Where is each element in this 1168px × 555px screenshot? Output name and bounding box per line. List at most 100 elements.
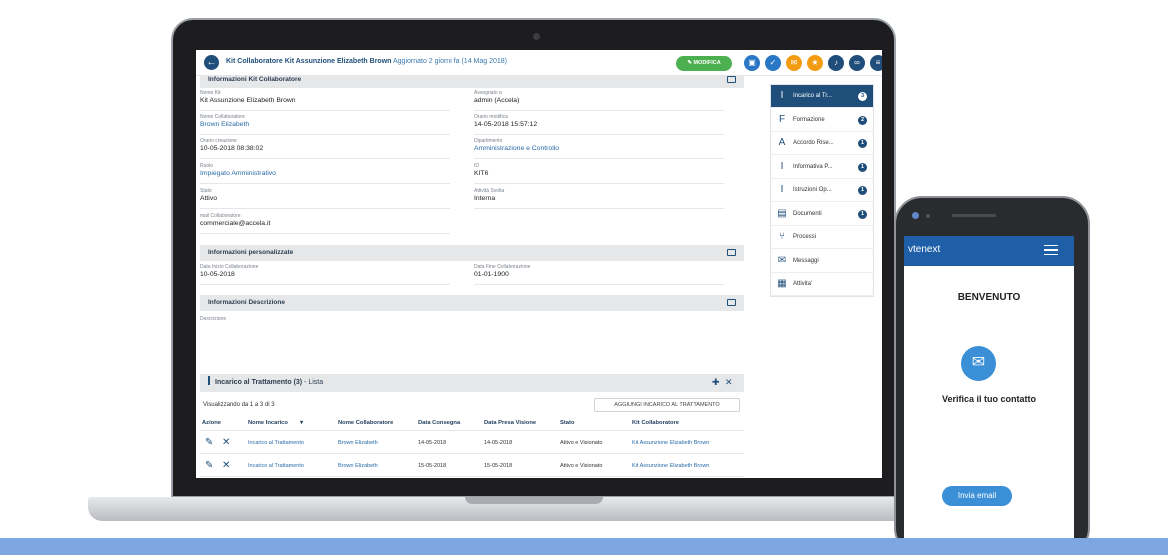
edit-pencil-icon[interactable]: ✎ (205, 437, 213, 448)
mail-icon[interactable]: ✉ (786, 55, 802, 71)
envelope-icon[interactable]: ✉ (961, 346, 996, 381)
field-label: Ruolo (200, 163, 214, 169)
field-label: Attività Svolta (474, 188, 505, 194)
field-orario-creazione: Orario creazione 10-05-2018 08:38:02 (200, 137, 450, 159)
sidebar-item[interactable]: I Incarico al Tr... 3 (771, 85, 873, 108)
sidebar-item[interactable]: A Accordo Rise... 1 (771, 132, 873, 155)
sidebar-item[interactable]: F Formazione 2 (771, 109, 873, 132)
field-nome-kit: Nome Kit Kit Assunzione Elizabeth Brown (200, 89, 450, 111)
phone-welcome-title: BENVENUTO (957, 292, 1021, 303)
column-header[interactable]: Data Consegna (418, 420, 460, 426)
bell-icon[interactable]: ♪ (828, 55, 844, 71)
field-value[interactable]: Brown Elizabeth (200, 121, 450, 128)
record-detail: Informazioni Kit Collaboratore Nome Kit K… (200, 76, 744, 478)
sidebar-item-icon: I (780, 90, 784, 101)
field-value[interactable]: admin (Accela) (474, 97, 724, 104)
field-value[interactable]: Impiegato Amministrativo (200, 170, 450, 177)
star-icon[interactable]: ★ (807, 55, 823, 71)
header-accent-bar (208, 376, 210, 385)
sidebar-item[interactable]: ✉ Messaggi (771, 250, 873, 273)
table-cell: 14-05-2018 (484, 440, 513, 446)
send-email-button[interactable]: Invia email (942, 486, 1012, 506)
sidebar-item-label: Messaggi (793, 257, 819, 264)
edit-button-label: MODIFICA (693, 60, 721, 66)
table-cell[interactable]: Incarico al Trattamento (248, 440, 304, 446)
field-value[interactable]: Interna (474, 195, 724, 202)
edit-pencil-icon[interactable]: ✎ (205, 460, 213, 471)
table-row: ✎ ✕ Incarico al Trattamento Brown Elizabeth… (200, 453, 744, 476)
table-cell[interactable]: Brown Elizabeth (338, 440, 378, 446)
sort-arrow-icon[interactable]: ▾ (300, 420, 303, 426)
table-cell[interactable]: Kit Assunzione Elizabeth Brown (632, 463, 709, 469)
field-nome-collaboratore: Nome Collaboratore Brown Elizabeth (200, 113, 450, 135)
monitor-icon[interactable] (727, 76, 736, 83)
column-header[interactable]: Nome Incarico (248, 420, 288, 426)
field-label: Data Inizio Collaborazione (200, 264, 259, 270)
sidebar-item[interactable]: I Informativa P... 1 (771, 156, 873, 179)
add-incarico-button[interactable]: AGGIUNGI INCARICO AL TRATTAMENTO (594, 398, 740, 412)
sidebar-item-label: Istruzioni Op... (793, 187, 832, 193)
column-header: Azione (202, 420, 222, 426)
hamburger-menu-icon[interactable] (1044, 245, 1058, 255)
sidebar-item[interactable]: ▤ Documenti 1 (771, 203, 873, 226)
sidebar-count-badge: 1 (858, 139, 867, 148)
delete-x-icon[interactable]: ✕ (222, 460, 230, 471)
table-cell[interactable]: Brown Elizabeth (338, 463, 378, 469)
table-cell[interactable]: Incarico al Trattamento (248, 463, 304, 469)
table-cell: Attivo e Visionato (560, 440, 603, 446)
edit-button[interactable]: ✎ MODIFICA (676, 56, 732, 71)
check-icon[interactable]: ✓ (765, 55, 781, 71)
laptop-camera (533, 33, 540, 40)
field-id: ID KIT6 (474, 162, 724, 184)
calendar-icon[interactable]: ▣ (744, 55, 760, 71)
field-label: Nome Collaboratore (200, 114, 245, 120)
field-label: ID (474, 163, 479, 169)
back-arrow-icon[interactable]: ← (204, 55, 219, 70)
sidebar-item-icon: I (780, 160, 784, 172)
close-icon[interactable]: ✕ (725, 377, 733, 388)
laptop-screen: ← Kit Collaboratore Kit Assunzione Eliza… (196, 50, 882, 478)
field-value[interactable]: Amministrazione e Controllo (474, 145, 724, 152)
laptop-base-notch (465, 497, 603, 504)
pin-icon[interactable]: ✚ (712, 377, 720, 388)
field-assegnato: Assegnato a admin (Accela) (474, 89, 724, 111)
sidebar-item[interactable]: ▦ Attivita' (771, 273, 873, 296)
field-label: Assegnato a (474, 90, 502, 96)
field-value[interactable]: 10-05-2018 08:38:02 (200, 145, 450, 152)
field-value[interactable]: 14-05-2018 15:57:12 (474, 121, 724, 128)
sidebar-item[interactable]: ⑂ Processi (771, 226, 873, 249)
field-stato: Stato Attivo (200, 187, 450, 209)
delete-x-icon[interactable]: ✕ (222, 437, 230, 448)
field-value[interactable]: 10-05-2018 (200, 271, 450, 278)
sidebar-item-label: Attivita' (793, 281, 813, 287)
column-header[interactable]: Data Presa Visione (484, 420, 536, 426)
sidebar-item-label: Accordo Rise... (793, 140, 834, 146)
record-title: Kit Collaboratore Kit Assunzione Elizabe… (226, 58, 507, 65)
field-attivita: Attività Svolta Interna (474, 187, 724, 209)
field-value[interactable]: 01-01-1900 (474, 271, 724, 278)
menu-icon[interactable]: ≡ (870, 55, 882, 71)
field-value[interactable]: Kit Assunzione Elizabeth Brown (200, 97, 450, 104)
phone-header: vtenext (904, 236, 1074, 266)
column-header[interactable]: Kit Collaboratore (632, 420, 679, 426)
sidebar-item-icon: ▦ (777, 278, 787, 289)
field-value[interactable]: commerciale@accela.it (200, 220, 450, 227)
sidebar-count-badge: 1 (858, 186, 867, 195)
monitor-icon[interactable] (727, 249, 736, 256)
column-header[interactable]: Nome Collaboratore (338, 420, 393, 426)
table-cell[interactable]: Kit Assunzione Elizabeth Brown (632, 440, 709, 446)
column-header[interactable]: Stato (560, 420, 575, 426)
sidebar-item-icon: A (778, 137, 786, 148)
sidebar-item-icon: ▤ (777, 207, 787, 219)
sidebar-item-label: Incarico al Tr... (793, 93, 833, 99)
sidebar-item-icon: I (780, 184, 784, 195)
monitor-icon[interactable] (727, 299, 736, 306)
section-description-title: Informazioni Descrizione (208, 299, 285, 306)
table-cell: 15-05-2018 (484, 463, 513, 469)
field-value[interactable]: KIT6 (474, 170, 724, 177)
field-value[interactable]: Attivo (200, 195, 450, 202)
link-icon[interactable]: ∞ (849, 55, 865, 71)
table-row: ✎✕Incarico al TrattamentoBrown Elizabeth… (200, 476, 744, 478)
sidebar-item[interactable]: I Istruzioni Op... 1 (771, 179, 873, 202)
field-mail: mail Collaboratore commerciale@accela.it (200, 212, 450, 234)
